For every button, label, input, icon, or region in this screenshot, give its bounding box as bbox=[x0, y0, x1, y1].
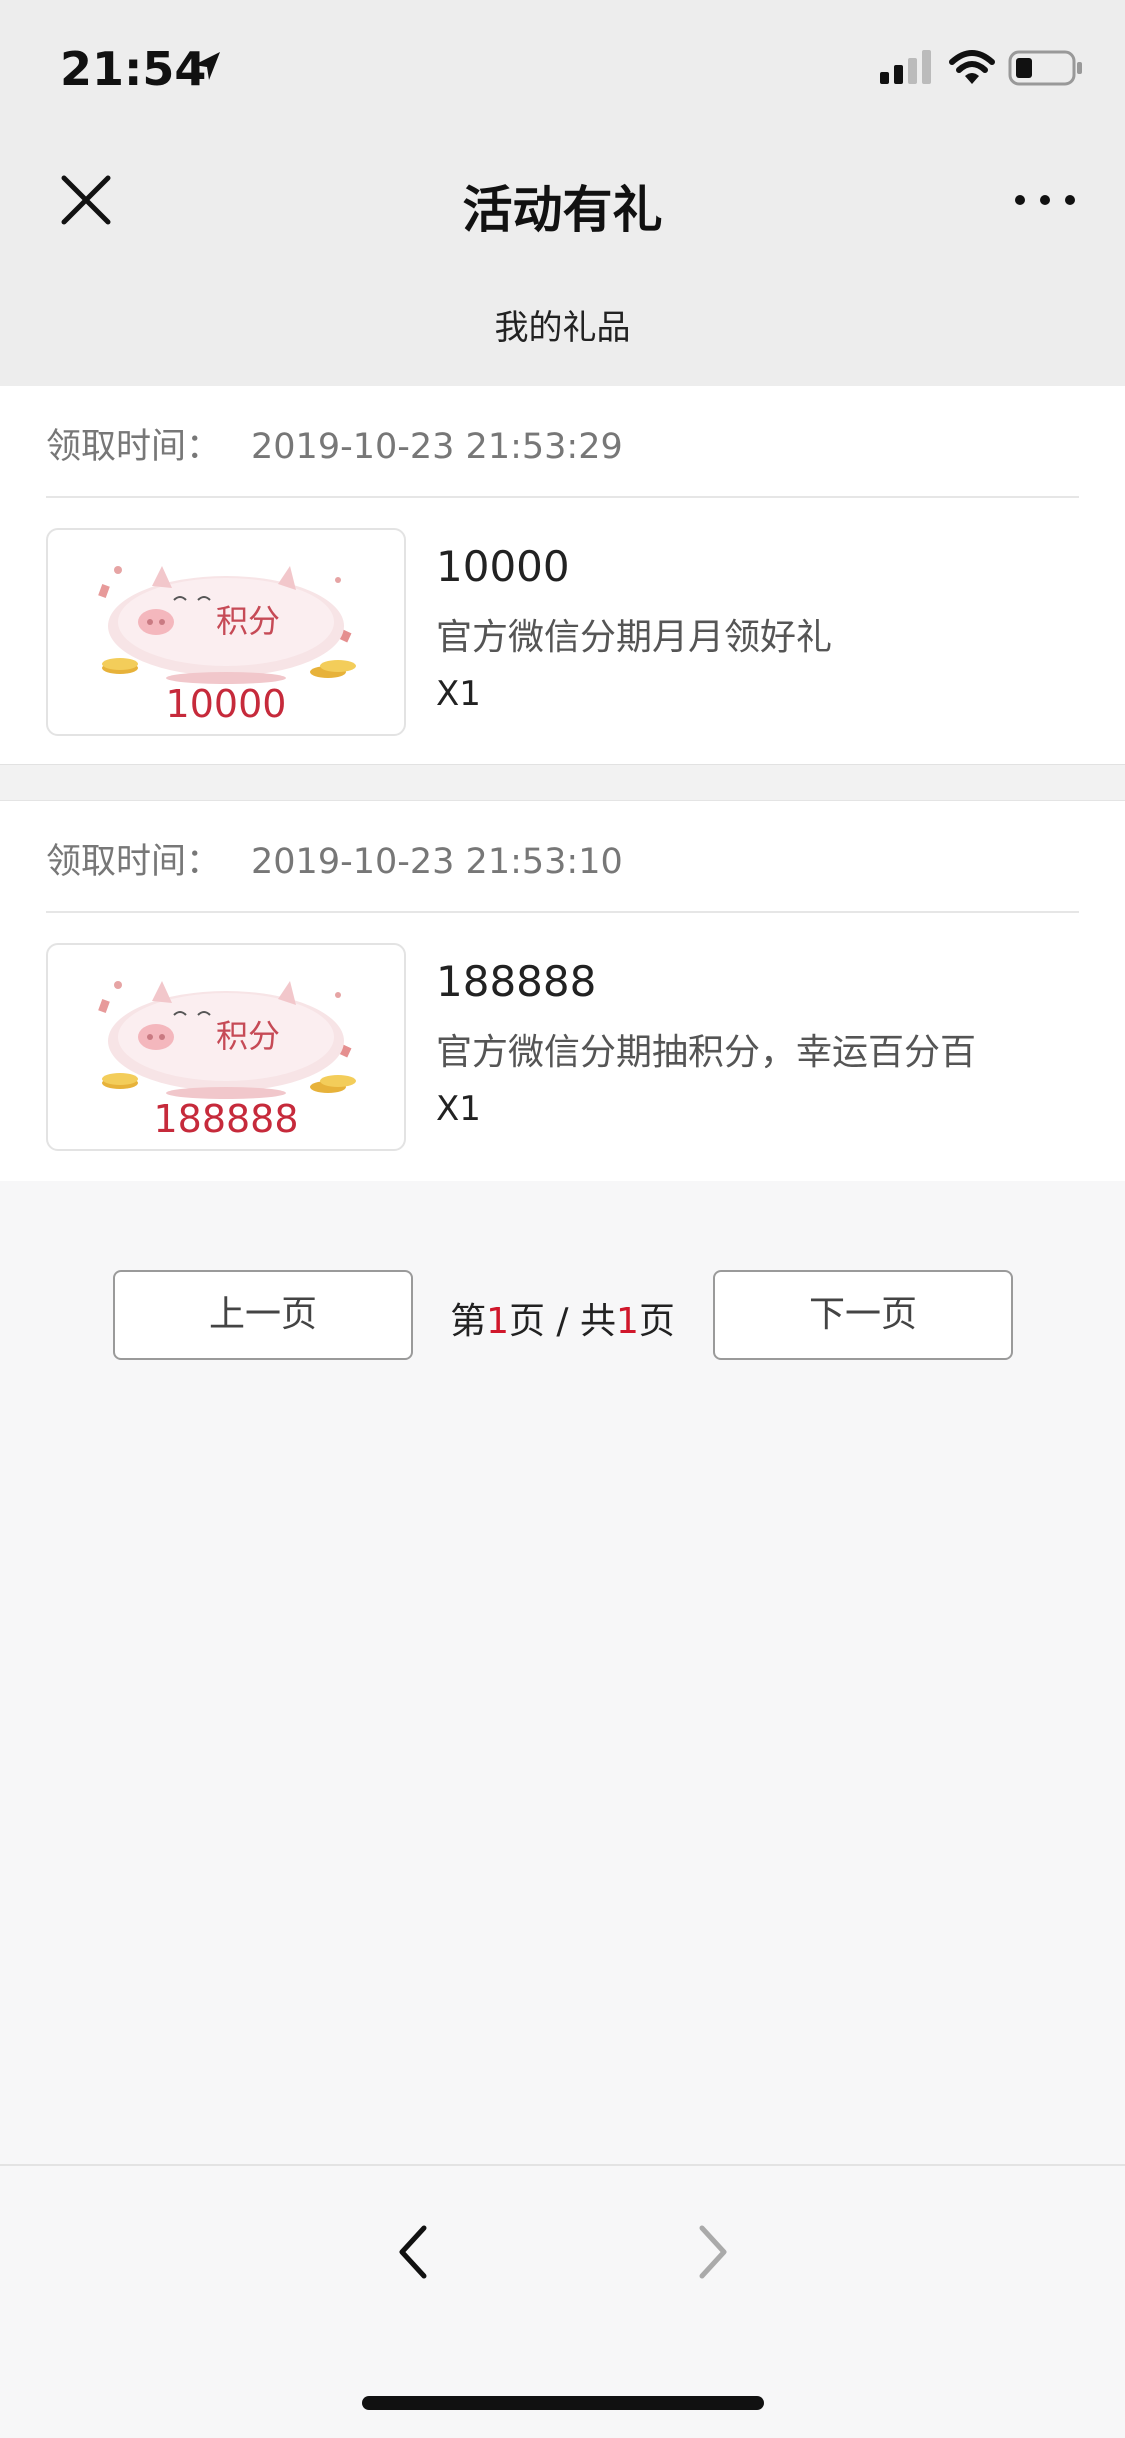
location-arrow-icon bbox=[194, 52, 220, 80]
gift-title: 10000 bbox=[436, 542, 570, 591]
piggy-bank-icon: 积分 bbox=[98, 981, 356, 1099]
top-header-area: 21:54 活动有礼 我的礼品 bbox=[0, 0, 1125, 386]
forward-arrow-icon[interactable] bbox=[686, 2220, 738, 2284]
received-time: 2019-10-23 21:53:29 bbox=[251, 427, 623, 467]
piggy-bank-icon: 积分 bbox=[98, 566, 356, 684]
battery-icon bbox=[1008, 50, 1082, 86]
gift-quantity: X1 bbox=[436, 1089, 481, 1129]
more-icon[interactable] bbox=[1010, 180, 1080, 220]
gift-quantity: X1 bbox=[436, 674, 481, 714]
signal-icon bbox=[880, 50, 931, 84]
gift-description: 官方微信分期抽积分，幸运百分百 bbox=[436, 1032, 977, 1073]
status-bar: 21:54 bbox=[0, 0, 1125, 130]
gift-thumbnail: 积分 10000 bbox=[46, 528, 406, 736]
received-label: 领取时间： bbox=[46, 427, 222, 467]
total-pages: 1 bbox=[616, 1301, 639, 1342]
gift-description: 官方微信分期月月领好礼 bbox=[436, 617, 833, 658]
divider bbox=[46, 911, 1079, 913]
navigation-bar: 活动有礼 bbox=[0, 140, 1125, 260]
card-separator bbox=[0, 764, 1125, 801]
page-suffix: 页 bbox=[638, 1301, 675, 1342]
thumb-label: 积分 bbox=[216, 602, 280, 640]
wifi-icon bbox=[949, 50, 995, 84]
received-time: 2019-10-23 21:53:10 bbox=[251, 842, 623, 882]
gift-thumbnail: 积分 188888 bbox=[46, 943, 406, 1151]
status-time: 21:54 bbox=[60, 42, 207, 96]
page-prefix: 第 bbox=[450, 1301, 487, 1342]
divider bbox=[46, 496, 1079, 498]
thumb-label: 积分 bbox=[216, 1017, 280, 1055]
received-time-row: 领取时间： 2019-10-23 21:53:10 bbox=[46, 833, 623, 884]
page-mid: 页 / 共 bbox=[508, 1301, 617, 1342]
gift-card[interactable]: 领取时间： 2019-10-23 21:53:29 积分 10000 10000 bbox=[0, 386, 1125, 764]
thumb-amount: 188888 bbox=[153, 1097, 299, 1141]
received-time-row: 领取时间： 2019-10-23 21:53:29 bbox=[46, 418, 623, 469]
pagination: 上一页 第1页 / 共1页 下一页 bbox=[0, 1270, 1125, 1362]
gift-card[interactable]: 领取时间： 2019-10-23 21:53:10 积分 188888 18888 bbox=[0, 800, 1125, 1181]
next-page-button[interactable]: 下一页 bbox=[713, 1270, 1013, 1360]
thumb-amount: 10000 bbox=[165, 682, 287, 726]
page-title: 活动有礼 bbox=[462, 181, 663, 239]
section-title: 我的礼品 bbox=[494, 308, 631, 348]
gift-title: 188888 bbox=[436, 957, 597, 1006]
back-arrow-icon[interactable] bbox=[388, 2220, 440, 2284]
current-page: 1 bbox=[486, 1301, 509, 1342]
home-indicator bbox=[362, 2396, 764, 2410]
received-label: 领取时间： bbox=[46, 842, 222, 882]
